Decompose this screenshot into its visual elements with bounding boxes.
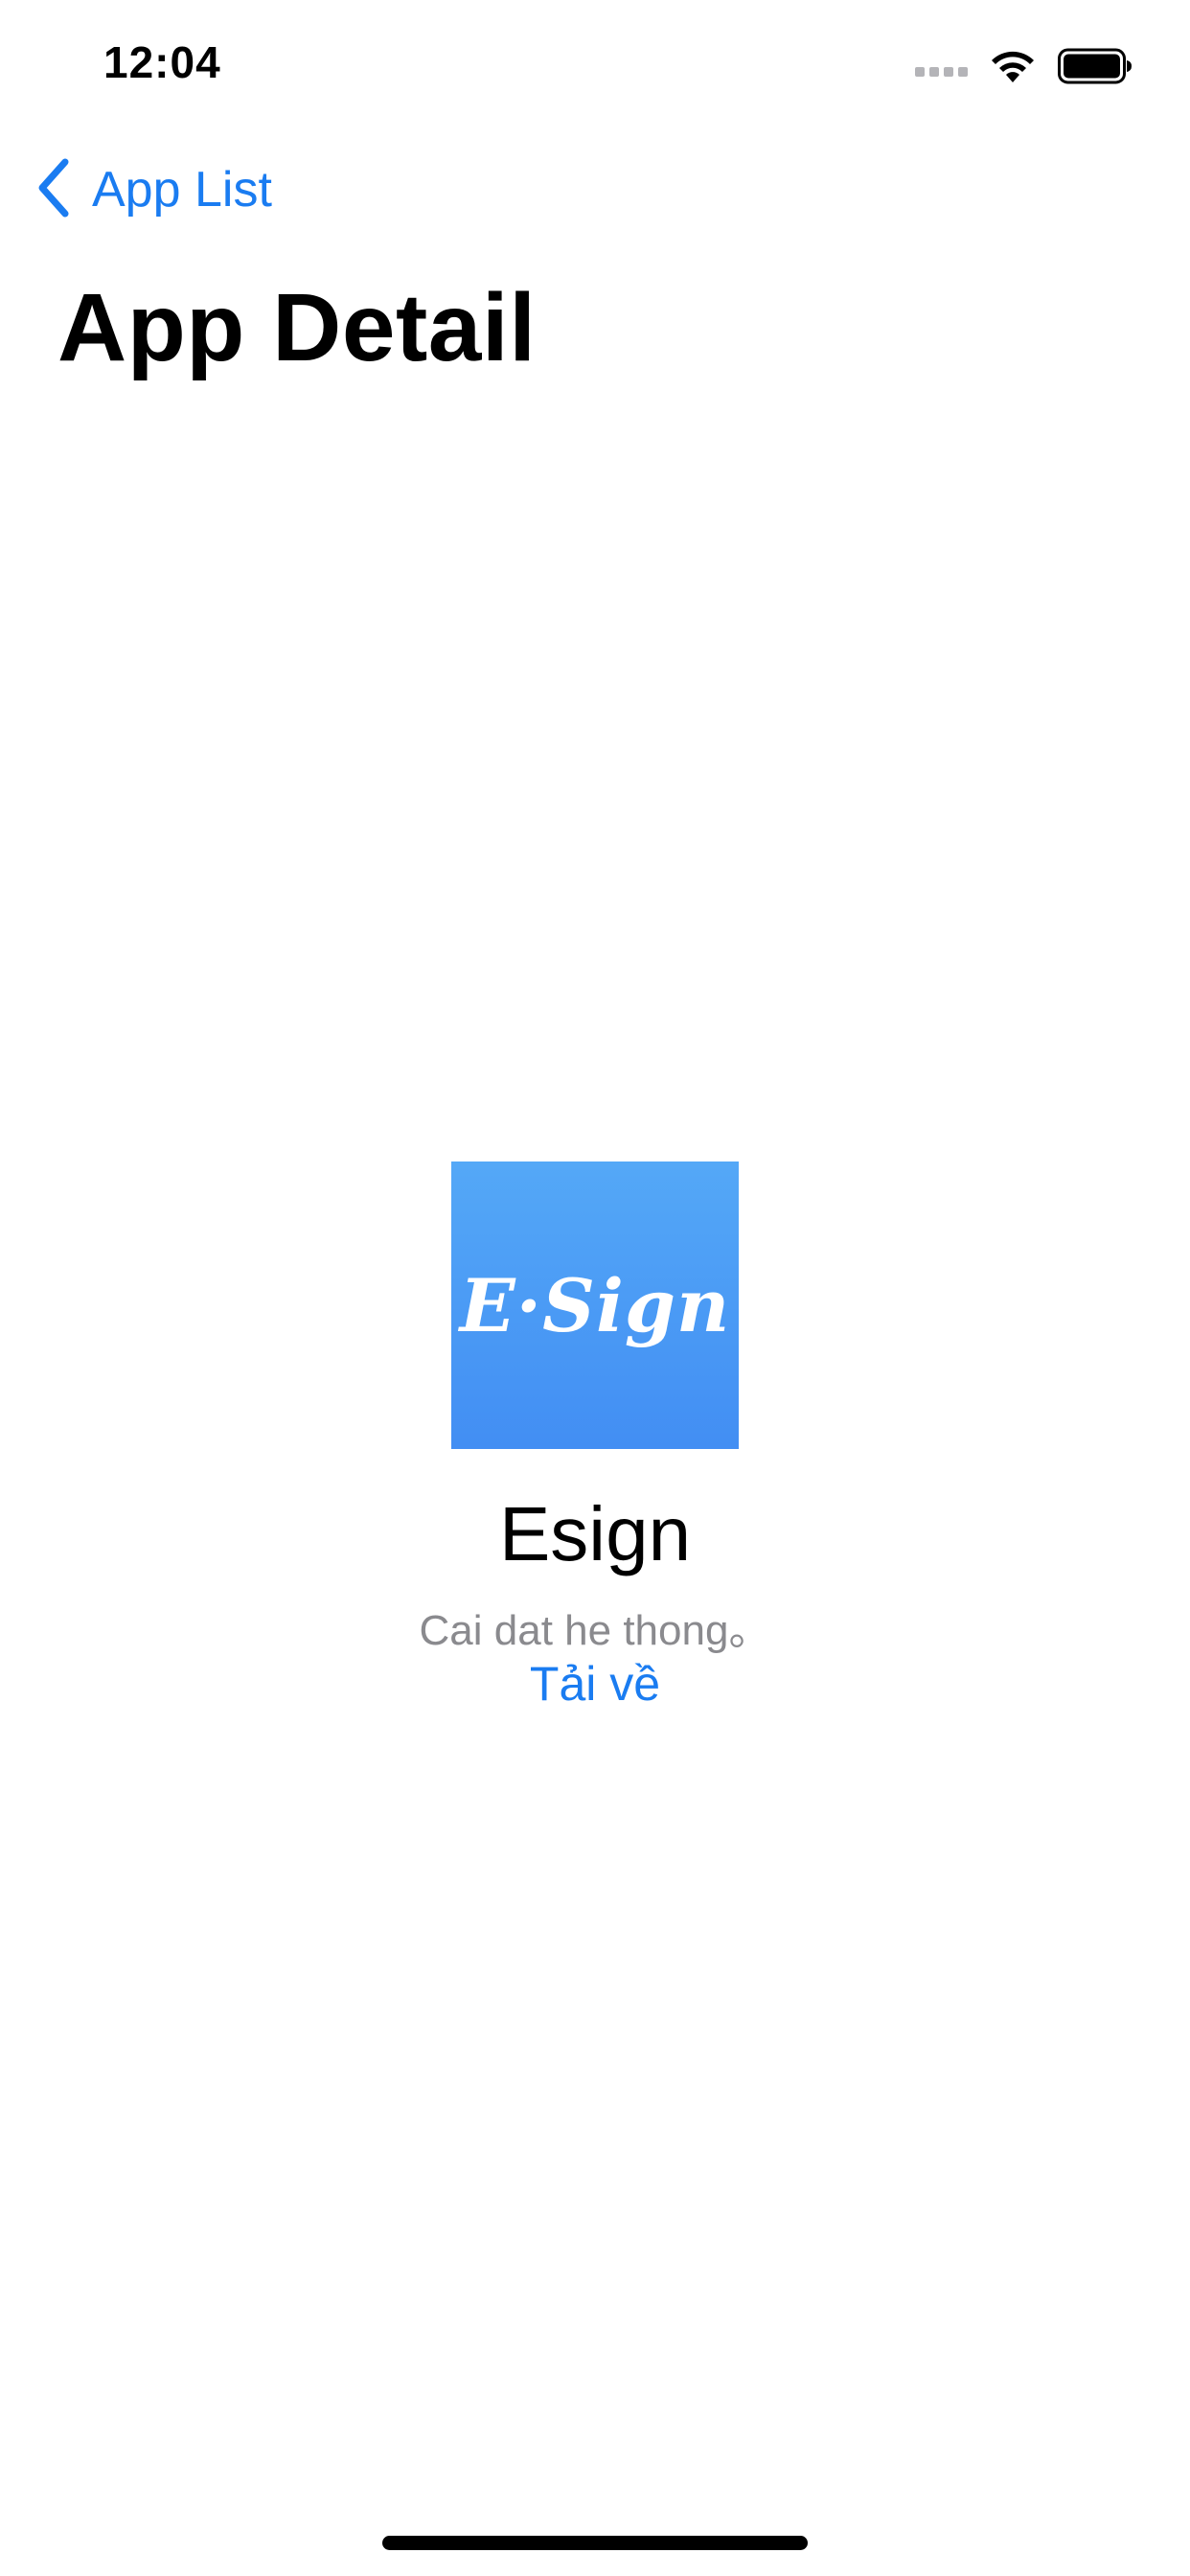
cellular-signal-icon	[915, 67, 968, 77]
wifi-icon	[989, 48, 1037, 84]
app-icon-logo: E·Sign	[459, 1262, 731, 1348]
status-time: 12:04	[103, 37, 221, 87]
home-indicator[interactable]	[382, 2536, 808, 2550]
back-button-label: App List	[92, 162, 272, 218]
status-icons	[915, 46, 1133, 86]
page-title: App Detail	[57, 274, 537, 381]
status-bar: 12:04	[0, 0, 1190, 129]
app-icon: E·Sign	[451, 1162, 739, 1449]
back-button[interactable]: App List	[34, 156, 272, 223]
chevron-left-icon	[34, 157, 71, 223]
app-name: Esign	[498, 1491, 692, 1576]
app-description: Cai dat he thong。	[419, 1607, 771, 1654]
download-button[interactable]: Tải về	[0, 1656, 1190, 1712]
battery-icon	[1058, 48, 1133, 84]
